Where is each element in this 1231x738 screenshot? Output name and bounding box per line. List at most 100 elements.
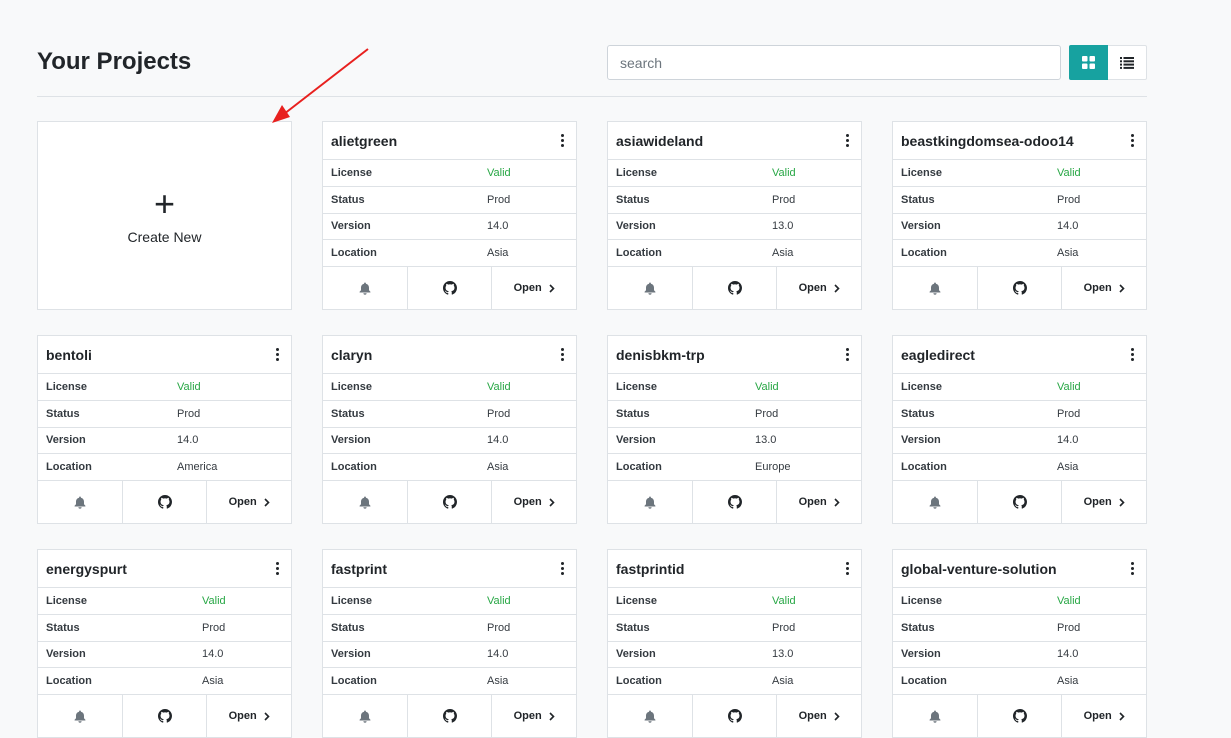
notifications-button[interactable] [323,267,408,309]
card-header: bentoli [38,336,291,374]
open-button[interactable]: Open [207,481,291,523]
license-label: License [331,380,372,393]
status-label: Status [901,621,935,634]
open-label: Open [513,496,542,508]
location-value: America [177,461,218,474]
location-value: Asia [772,247,794,260]
more-options-icon[interactable] [841,561,853,577]
license-value: Valid [487,166,511,179]
github-button[interactable] [693,267,778,309]
notifications-button[interactable] [323,695,408,737]
project-name[interactable]: fastprintid [616,561,684,577]
more-options-icon[interactable] [1126,133,1138,149]
chevron-right-icon [1119,497,1125,507]
version-row: Version 14.0 [323,642,576,669]
status-value: Prod [487,193,511,206]
more-options-icon[interactable] [1126,347,1138,363]
status-label: Status [331,621,365,634]
github-button[interactable] [978,481,1063,523]
bell-icon [359,282,371,295]
list-view-button[interactable] [1108,45,1147,80]
status-label: Status [616,193,650,206]
github-button[interactable] [408,695,493,737]
card-footer: Open [38,695,291,737]
more-options-icon[interactable] [841,133,853,149]
project-name[interactable]: denisbkm-trp [616,347,705,363]
open-button[interactable]: Open [777,481,861,523]
github-button[interactable] [408,267,493,309]
notifications-button[interactable] [608,695,693,737]
more-options-icon[interactable] [556,347,568,363]
version-value: 14.0 [1057,220,1079,233]
location-value: Asia [1057,461,1079,474]
github-button[interactable] [123,695,208,737]
project-name[interactable]: alietgreen [331,133,397,149]
chevron-right-icon [264,497,270,507]
github-button[interactable] [693,695,778,737]
github-icon [727,495,742,509]
bell-icon [929,710,941,723]
notifications-button[interactable] [38,695,123,737]
project-name[interactable]: bentoli [46,347,92,363]
project-name[interactable]: fastprint [331,561,387,577]
bell-icon [644,282,656,295]
notifications-button[interactable] [323,481,408,523]
more-options-icon[interactable] [841,347,853,363]
project-name[interactable]: claryn [331,347,372,363]
card-header: claryn [323,336,576,374]
grid-icon [1082,56,1095,69]
github-button[interactable] [978,267,1063,309]
open-button[interactable]: Open [492,267,576,309]
project-name[interactable]: beastkingdomsea-odoo14 [901,133,1074,149]
card-header: energyspurt [38,550,291,588]
license-row: License Valid [323,374,576,401]
chevron-right-icon [549,711,555,721]
card-header: fastprintid [608,550,861,588]
open-button[interactable]: Open [492,481,576,523]
notifications-button[interactable] [608,481,693,523]
github-icon [1012,281,1027,295]
notifications-button[interactable] [608,267,693,309]
version-value: 14.0 [487,648,509,661]
location-value: Asia [487,247,509,260]
github-button[interactable] [693,481,778,523]
status-label: Status [46,407,80,420]
project-name[interactable]: eagledirect [901,347,975,363]
project-name[interactable]: energyspurt [46,561,127,577]
github-button[interactable] [408,481,493,523]
notifications-button[interactable] [893,267,978,309]
notifications-button[interactable] [893,481,978,523]
notifications-button[interactable] [38,481,123,523]
status-row: Status Prod [323,401,576,428]
more-options-icon[interactable] [556,561,568,577]
more-options-icon[interactable] [1126,561,1138,577]
project-name[interactable]: asiawideland [616,133,703,149]
status-label: Status [331,193,365,206]
version-label: Version [616,220,656,233]
open-button[interactable]: Open [1062,267,1146,309]
plus-icon: + [153,182,176,224]
more-options-icon[interactable] [271,347,283,363]
notifications-button[interactable] [893,695,978,737]
open-button[interactable]: Open [1062,695,1146,737]
more-options-icon[interactable] [271,561,283,577]
search-input[interactable] [607,45,1061,80]
open-button[interactable]: Open [1062,481,1146,523]
version-label: Version [901,220,941,233]
project-name[interactable]: global-venture-solution [901,561,1057,577]
version-value: 13.0 [755,434,777,447]
github-button[interactable] [123,481,208,523]
license-label: License [616,166,657,179]
view-toggle [1069,45,1147,80]
open-button[interactable]: Open [777,695,861,737]
location-value: Asia [202,675,224,688]
open-button[interactable]: Open [777,267,861,309]
more-options-icon[interactable] [556,133,568,149]
open-button[interactable]: Open [492,695,576,737]
open-button[interactable]: Open [207,695,291,737]
github-icon [442,281,457,295]
create-new-card[interactable]: + Create New [37,121,292,310]
open-label: Open [1083,496,1112,508]
grid-view-button[interactable] [1069,45,1108,80]
github-button[interactable] [978,695,1063,737]
